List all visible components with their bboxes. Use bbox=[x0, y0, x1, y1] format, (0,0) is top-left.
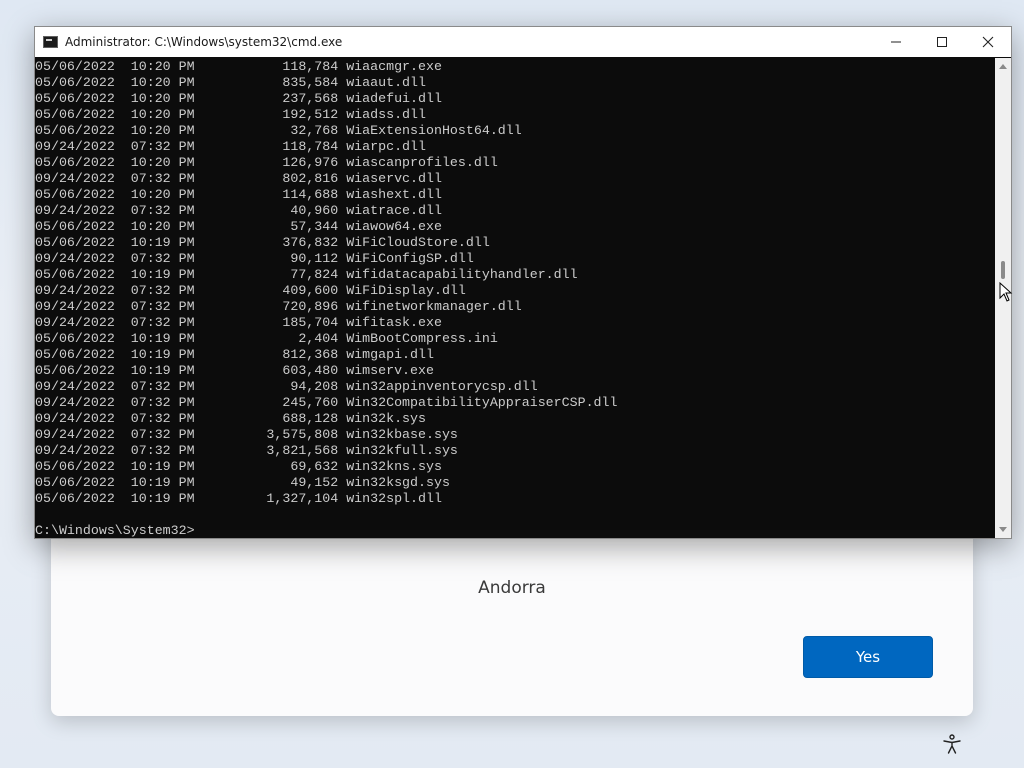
close-icon bbox=[982, 36, 994, 48]
cmd-icon bbox=[43, 36, 58, 48]
yes-button[interactable]: Yes bbox=[803, 636, 933, 678]
console-output[interactable]: 05/06/2022 10:20 PM 118,784 wiaacmgr.exe… bbox=[35, 58, 995, 538]
title-bar[interactable]: Administrator: C:\Windows\system32\cmd.e… bbox=[35, 27, 1011, 57]
minimize-icon bbox=[891, 41, 901, 43]
console-text: 05/06/2022 10:20 PM 118,784 wiaacmgr.exe… bbox=[35, 59, 618, 538]
close-button[interactable] bbox=[965, 27, 1011, 57]
scroll-up-arrow[interactable] bbox=[995, 58, 1011, 74]
country-list-item[interactable]: Andorra bbox=[51, 578, 973, 598]
maximize-icon bbox=[937, 37, 947, 47]
scrollbar-thumb[interactable] bbox=[1001, 261, 1005, 279]
window-title: Administrator: C:\Windows\system32\cmd.e… bbox=[65, 35, 343, 49]
scroll-down-arrow[interactable] bbox=[995, 522, 1011, 538]
accessibility-icon[interactable] bbox=[941, 733, 963, 755]
mouse-pointer-icon bbox=[999, 281, 1013, 302]
cmd-window: Administrator: C:\Windows\system32\cmd.e… bbox=[34, 26, 1012, 539]
maximize-button[interactable] bbox=[919, 27, 965, 57]
minimize-button[interactable] bbox=[873, 27, 919, 57]
